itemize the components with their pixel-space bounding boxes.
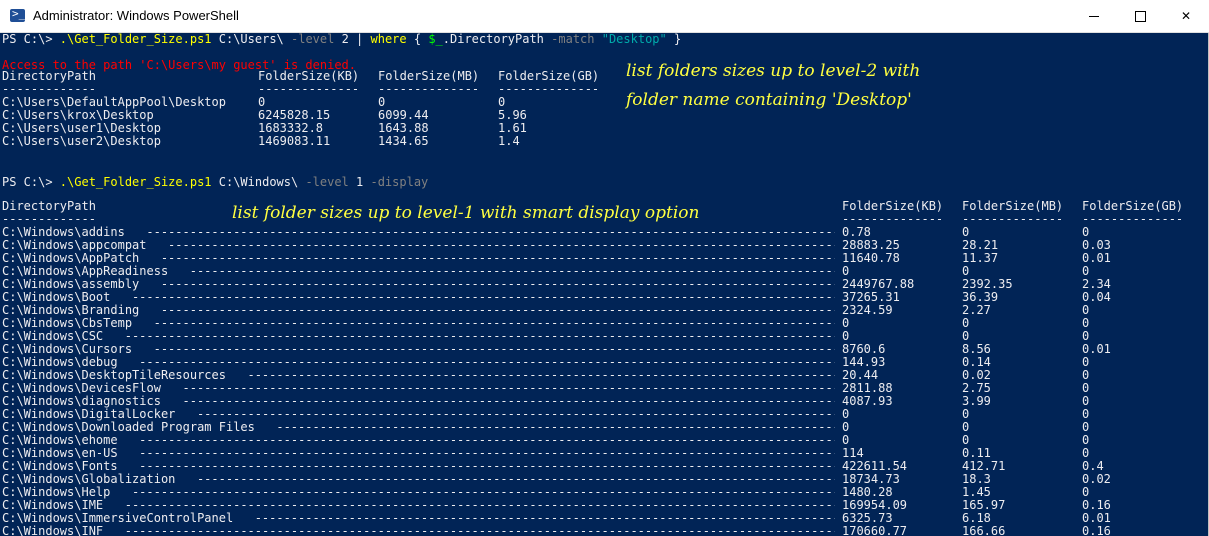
dash-leader: ----------------------------------------…: [160, 304, 835, 317]
annotation-level1: list folder sizes up to level-1 with sma…: [232, 203, 700, 223]
dash-leader: ----------------------------------------…: [160, 252, 835, 265]
dash-leader: ----------------------------------------…: [139, 447, 835, 460]
dash-leader: ----------------------------------------…: [168, 239, 835, 252]
minimize-button[interactable]: [1071, 0, 1117, 32]
path-arg: C:\Windows\: [211, 175, 306, 189]
maximize-button[interactable]: [1117, 0, 1163, 32]
dash-leader: ----------------------------------------…: [124, 525, 835, 536]
path-arg: C:\Users\: [211, 33, 291, 46]
size-gb-cell: 1.4: [498, 134, 520, 148]
dash-leader: ----------------------------------------…: [276, 421, 834, 434]
dash-leader: ----------------------------------------…: [160, 278, 835, 291]
dash-leader: ----------------------------------------…: [189, 265, 835, 278]
annotation-level2-line1: list folders sizes up to level-2 with: [626, 61, 921, 81]
console-area[interactable]: PS C:\> .\Get_Folder_Size.ps1 C:\Users\ …: [0, 33, 1209, 536]
dash-leader: ----------------------------------------…: [254, 512, 835, 525]
dash-leader: ----------------------------------------…: [182, 395, 835, 408]
column-underline: --------------: [378, 82, 480, 96]
prompt: PS C:\>: [2, 33, 60, 46]
powershell-icon: >_: [10, 7, 26, 22]
size-kb-cell: 2324.59: [842, 303, 893, 317]
dash-leader: ----------------------------------------…: [153, 343, 835, 356]
dash-leader: ----------------------------------------…: [196, 408, 835, 421]
dash-leader: ----------------------------------------…: [182, 382, 835, 395]
pipeline-var: $_: [428, 33, 443, 46]
size-kb-cell: 11640.78: [842, 251, 900, 265]
directory-path-cell: C:\Users\user2\Desktop: [2, 134, 161, 148]
dash-leader: ----------------------------------------…: [124, 330, 835, 343]
size-kb-cell: 4087.93: [842, 394, 893, 408]
column-underline: --------------: [258, 82, 360, 96]
annotation-level2-line2: folder name containing 'Desktop': [626, 90, 912, 110]
brace-close: }: [666, 33, 682, 46]
dash-leader: ----------------------------------------…: [131, 486, 835, 499]
window-title: Administrator: Windows PowerShell: [33, 8, 239, 23]
where-cmd: where: [370, 33, 407, 46]
level-param: -level: [291, 33, 335, 46]
directory-path-cell: C:\Windows\INF: [2, 524, 104, 536]
size-mb-cell: 1434.65: [378, 134, 429, 148]
pipe: |: [348, 33, 371, 46]
size-gb-cell: 0.16: [1082, 524, 1111, 536]
command-line-2: PS C:\> .\Get_Folder_Size.ps1 C:\Windows…: [2, 176, 428, 189]
dash-leader: ----------------------------------------…: [146, 226, 835, 239]
script-name: .\Get_Folder_Size.ps1: [59, 175, 212, 189]
display-param: -display: [370, 175, 429, 189]
column-underline: --------------: [1082, 212, 1184, 226]
dash-leader: ----------------------------------------…: [139, 356, 835, 369]
maximize-icon: [1134, 10, 1146, 22]
column-underline: --------------: [962, 212, 1064, 226]
brace-open: {: [406, 33, 429, 46]
size-kb-cell: 170660.77: [842, 524, 908, 536]
command-line-1: PS C:\> .\Get_Folder_Size.ps1 C:\Users\ …: [2, 33, 681, 46]
dash-leader: ----------------------------------------…: [196, 473, 835, 486]
size-mb-cell: 166.66: [962, 524, 1006, 536]
level-value: 1: [348, 175, 371, 189]
close-button[interactable]: ✕: [1163, 0, 1209, 32]
match-value: "Desktop": [594, 33, 667, 46]
size-kb-cell: 1469083.11: [258, 134, 331, 148]
prompt: PS C:\>: [2, 175, 60, 189]
script-name: .\Get_Folder_Size.ps1: [59, 33, 212, 46]
column-underline: --------------: [498, 82, 600, 96]
level-value: 2: [334, 33, 349, 46]
property: .DirectoryPath: [442, 33, 552, 46]
dash-leader: ----------------------------------------…: [153, 317, 835, 330]
minimize-icon: [1089, 15, 1099, 17]
dash-leader: ----------------------------------------…: [139, 434, 835, 447]
level-param: -level: [305, 175, 349, 189]
dash-leader: ----------------------------------------…: [247, 369, 834, 382]
title-bar[interactable]: >_ Administrator: Windows PowerShell ✕: [0, 0, 1209, 33]
match-param: -match: [551, 33, 595, 46]
dash-leader: ----------------------------------------…: [139, 460, 835, 473]
close-icon: ✕: [1180, 9, 1192, 23]
dash-leader: ----------------------------------------…: [131, 291, 835, 304]
